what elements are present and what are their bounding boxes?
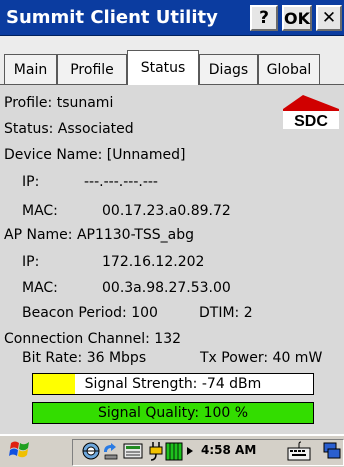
window-title: Summit Client Utility <box>6 7 218 28</box>
close-button[interactable]: ✕ <box>316 5 342 31</box>
ip-label: IP: <box>22 174 40 190</box>
clock[interactable]: 4:58 AM <box>201 443 256 457</box>
tab-global[interactable]: Global <box>258 54 320 84</box>
profile-text: Profile: tsunami <box>4 95 114 111</box>
tab-diags[interactable]: Diags <box>199 54 258 84</box>
keyboard-icon[interactable] <box>287 441 311 461</box>
tab-strip: Main Profile Status Diags Global <box>0 36 344 85</box>
beacon-period-text: Beacon Period: 100 <box>22 305 158 321</box>
bit-rate-text: Bit Rate: 36 Mbps <box>22 350 147 366</box>
sync-icon[interactable] <box>101 442 121 460</box>
tab-profile[interactable]: Profile <box>57 54 127 84</box>
network-icon[interactable] <box>82 442 100 460</box>
signal-quality-label: Signal Quality: 100 % <box>97 405 249 421</box>
start-flag-icon[interactable] <box>8 439 32 461</box>
signal-quality-bar: Signal Quality: 100 % <box>32 402 314 424</box>
ap-ip-label: IP: <box>22 254 40 270</box>
tab-main[interactable]: Main <box>4 54 57 84</box>
status-text: Status: Associated <box>4 121 134 137</box>
ap-mac-label: MAC: <box>22 280 58 296</box>
desktop-icon[interactable] <box>322 441 342 461</box>
signal-strength-bar: Signal Strength: -74 dBm <box>32 373 314 395</box>
sdc-logo: SDC <box>283 95 339 129</box>
ap-mac-value: 00.3a.98.27.53.00 <box>102 280 231 296</box>
input-icon[interactable] <box>123 442 143 460</box>
help-button[interactable]: ? <box>250 5 278 31</box>
battery-icon[interactable] <box>165 441 183 461</box>
power-plug-icon[interactable] <box>148 441 164 461</box>
mac-value: 00.17.23.a0.89.72 <box>102 203 231 219</box>
connection-channel-text: Connection Channel: 132 <box>4 331 182 347</box>
ap-name-text: AP Name: AP1130-TSS_abg <box>4 227 195 243</box>
mac-label: MAC: <box>22 203 58 219</box>
ip-value: ---.---.---.--- <box>84 174 158 190</box>
ap-ip-value: 172.16.12.202 <box>102 254 205 270</box>
tab-status[interactable]: Status <box>127 50 199 85</box>
arrow-icon[interactable] <box>186 446 194 456</box>
signal-strength-label: Signal Strength: -74 dBm <box>84 376 262 392</box>
device-name-text: Device Name: [Unnamed] <box>4 147 186 163</box>
dtim-text: DTIM: 2 <box>199 305 253 321</box>
tx-power-text: Tx Power: 40 mW <box>200 350 323 366</box>
sdc-logo-text: SDC <box>294 113 328 129</box>
title-bar: Summit Client Utility ? OK ✕ <box>0 0 344 36</box>
ok-button[interactable]: OK <box>282 5 312 31</box>
